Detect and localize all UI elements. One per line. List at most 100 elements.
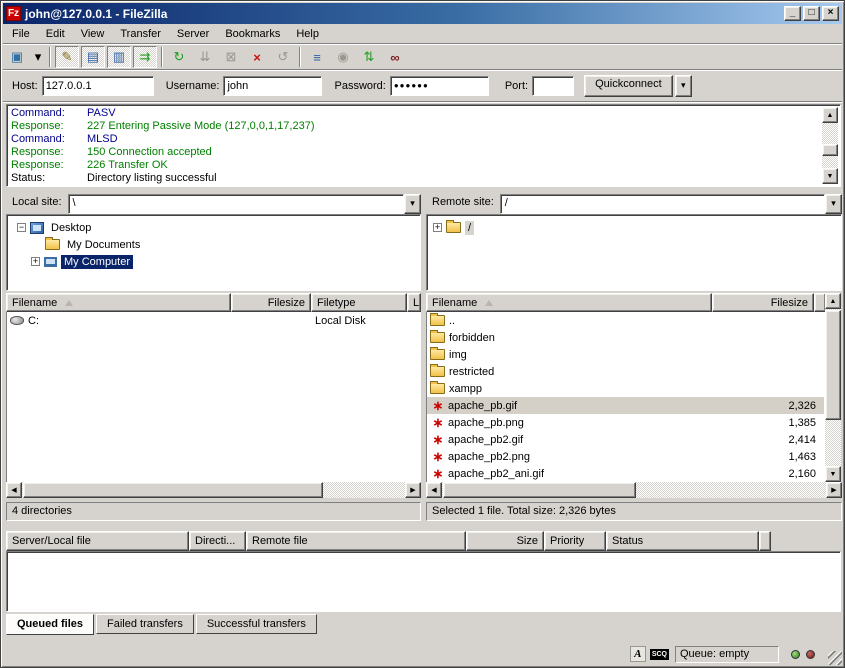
column-priority[interactable]: Priority — [544, 531, 606, 551]
tree-item-desktop[interactable]: − Desktop — [9, 219, 418, 236]
port-label: Port: — [505, 80, 528, 92]
close-button[interactable]: × — [822, 6, 839, 21]
file-row[interactable]: img — [427, 346, 824, 363]
username-input[interactable] — [223, 76, 322, 96]
column-status[interactable]: Status — [606, 531, 759, 551]
file-row[interactable]: forbidden — [427, 329, 824, 346]
scroll-down-icon[interactable]: ▼ — [825, 466, 841, 482]
remote-list-hscrollbar[interactable]: ◀ ▶ — [426, 482, 842, 498]
maximize-button[interactable]: □ — [803, 6, 820, 21]
refresh-button[interactable]: ↻ — [167, 46, 191, 68]
toggle-remote-tree-button[interactable]: ▥ — [107, 46, 131, 68]
transfer-queue-list[interactable] — [6, 551, 841, 612]
column-filesize[interactable]: Filesize — [231, 293, 311, 312]
file-row-local-disk[interactable]: C: Local Disk — [7, 312, 420, 329]
column-filesize[interactable]: Filesize — [712, 293, 814, 312]
file-row[interactable]: .. — [427, 312, 824, 329]
local-tree-pane: − Desktop My Documents + My Computer — [6, 214, 421, 291]
host-input[interactable] — [42, 76, 154, 96]
file-row[interactable]: ∗apache_pb2.gif2,414 — [427, 431, 824, 448]
remote-site-bar: Remote site: / ▾ — [426, 193, 842, 214]
column-filename[interactable]: Filename — [426, 293, 712, 312]
menu-server[interactable]: Server — [169, 26, 217, 42]
menu-help[interactable]: Help — [288, 26, 327, 42]
file-row-selected[interactable]: ∗apache_pb.gif2,326 — [427, 397, 824, 414]
site-manager-dropdown-button[interactable]: ▾ — [31, 46, 45, 68]
tree-item-my-computer[interactable]: + My Computer — [9, 253, 418, 270]
column-filler — [759, 531, 771, 551]
menu-transfer[interactable]: Transfer — [112, 26, 169, 42]
synchronized-browsing-button[interactable]: ⇅ — [357, 46, 381, 68]
file-row[interactable]: restricted — [427, 363, 824, 380]
remote-site-combobox[interactable]: / ▾ — [500, 194, 842, 214]
remote-site-value[interactable]: / — [500, 194, 825, 214]
chevron-down-icon[interactable]: ▾ — [825, 194, 842, 214]
scrollbar-thumb[interactable] — [23, 482, 323, 498]
menu-edit[interactable]: Edit — [38, 26, 73, 42]
tree-item-root[interactable]: + / — [429, 219, 839, 236]
scroll-right-icon[interactable]: ▶ — [826, 482, 842, 498]
quickconnect-dropdown-button[interactable]: ▾ — [675, 75, 692, 97]
local-site-combobox[interactable]: \ ▾ — [68, 194, 421, 214]
folder-icon — [430, 349, 445, 360]
local-list-hscrollbar[interactable]: ◀ ▶ — [6, 482, 421, 498]
toggle-message-log-button[interactable]: ✎ — [55, 46, 79, 68]
resize-grip[interactable] — [828, 651, 842, 665]
file-row[interactable]: xampp — [427, 380, 824, 397]
scroll-up-icon[interactable]: ▲ — [825, 293, 841, 309]
minimize-button[interactable]: _ — [784, 6, 801, 21]
scroll-left-icon[interactable]: ◀ — [426, 482, 442, 498]
collapse-icon[interactable]: − — [17, 223, 26, 232]
menu-view[interactable]: View — [73, 26, 113, 42]
directory-comparison-button[interactable]: ◉ — [331, 46, 355, 68]
tab-queued-files[interactable]: Queued files — [6, 614, 94, 635]
process-queue-button[interactable]: ⇊ — [193, 46, 217, 68]
tree-item-my-documents[interactable]: My Documents — [9, 236, 418, 253]
scrollbar-thumb[interactable] — [443, 482, 636, 498]
column-server-local-file[interactable]: Server/Local file — [6, 531, 189, 551]
column-last-modified[interactable]: L — [407, 293, 421, 312]
column-filename[interactable]: Filename — [6, 293, 231, 312]
receive-indicator-icon — [791, 650, 800, 659]
expand-icon[interactable]: + — [433, 223, 442, 232]
disconnect-icon: × — [253, 50, 261, 65]
password-input[interactable] — [390, 76, 489, 96]
menu-bookmarks[interactable]: Bookmarks — [217, 26, 288, 42]
site-manager-button[interactable]: ▣ — [5, 46, 29, 68]
scrollbar-thumb[interactable] — [822, 144, 838, 156]
log-line: Command:PASV — [11, 107, 836, 120]
column-filetype[interactable]: Filetype — [311, 293, 407, 312]
divider — [3, 101, 842, 103]
file-row[interactable]: ∗apache_pb2_ani.gif2,160 — [427, 465, 824, 482]
quickconnect-button[interactable]: Quickconnect — [584, 75, 673, 97]
toggle-transfer-queue-button[interactable]: ⇉ — [133, 46, 157, 68]
scroll-left-icon[interactable]: ◀ — [6, 482, 22, 498]
scroll-right-icon[interactable]: ▶ — [405, 482, 421, 498]
folder-icon — [430, 383, 445, 394]
directory-listing-filters-button[interactable]: ≡ — [305, 46, 329, 68]
scroll-down-icon[interactable]: ▼ — [822, 168, 838, 184]
tab-successful-transfers[interactable]: Successful transfers — [196, 614, 317, 634]
local-site-value[interactable]: \ — [68, 194, 404, 214]
remote-list-scrollbar[interactable]: ▲ ▼ — [825, 293, 841, 482]
cancel-button[interactable]: ⊠ — [219, 46, 243, 68]
column-size[interactable]: Size — [466, 531, 544, 551]
binoculars-icon: ∞ — [390, 50, 399, 65]
column-remote-file[interactable]: Remote file — [246, 531, 466, 551]
port-input[interactable] — [532, 76, 574, 96]
menu-file[interactable]: File — [4, 26, 38, 42]
toggle-local-tree-button[interactable]: ▤ — [81, 46, 105, 68]
reconnect-button[interactable]: ↺ — [271, 46, 295, 68]
disconnect-button[interactable]: × — [245, 46, 269, 68]
reconnect-icon: ↺ — [278, 49, 289, 65]
scroll-up-icon[interactable]: ▲ — [822, 107, 838, 123]
chevron-down-icon[interactable]: ▾ — [404, 194, 421, 214]
log-scrollbar[interactable]: ▲ ▼ — [822, 107, 838, 184]
file-row[interactable]: ∗apache_pb.png1,385 — [427, 414, 824, 431]
scrollbar-thumb[interactable] — [825, 310, 841, 420]
expand-icon[interactable]: + — [31, 257, 40, 266]
find-files-button[interactable]: ∞ — [383, 46, 407, 68]
file-row[interactable]: ∗apache_pb2.png1,463 — [427, 448, 824, 465]
column-direction[interactable]: Directi... — [189, 531, 246, 551]
tab-failed-transfers[interactable]: Failed transfers — [96, 614, 194, 634]
